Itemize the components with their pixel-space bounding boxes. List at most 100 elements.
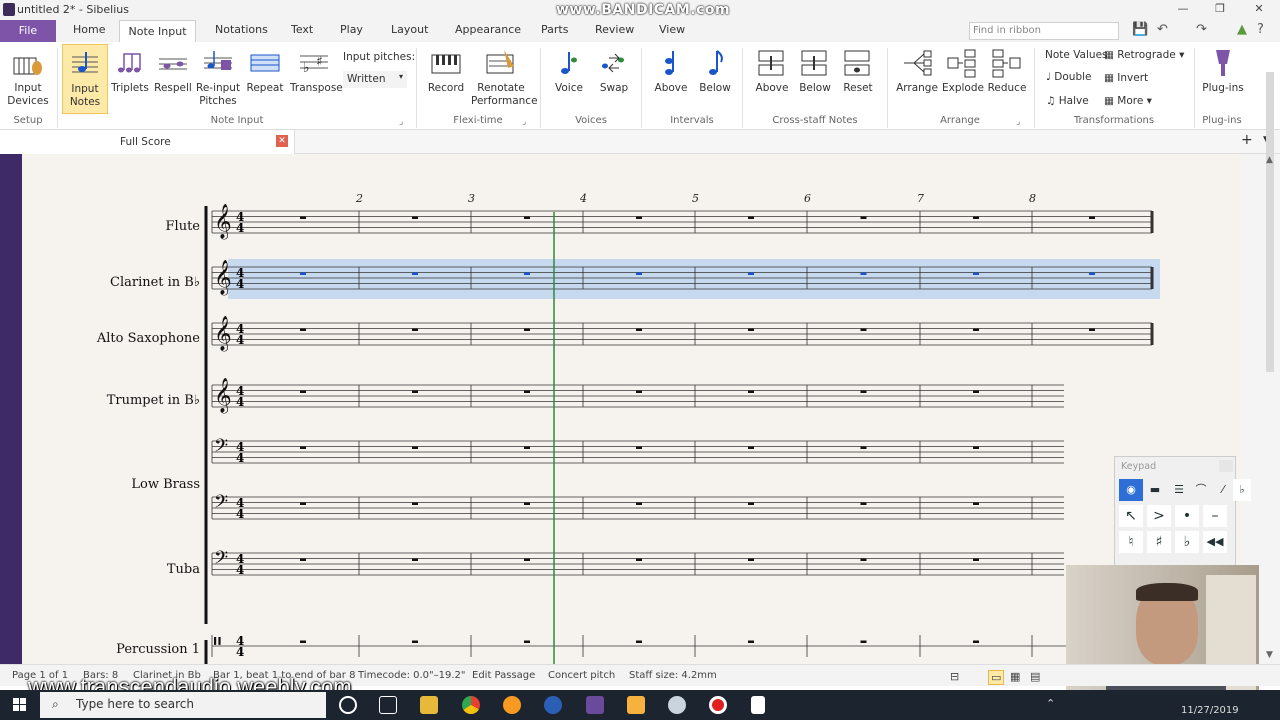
arrange-button[interactable]: Arrange	[896, 46, 938, 95]
tab-view[interactable]: View	[659, 23, 685, 36]
keypad-staccato-icon[interactable]: •	[1175, 505, 1199, 527]
view-grid-icon[interactable]: ▦	[1010, 670, 1020, 683]
flexi-dialog-launcher-icon[interactable]: ⌟	[522, 117, 526, 127]
keypad-accent-icon[interactable]: >	[1147, 505, 1171, 527]
undo-icon[interactable]: ↶	[1157, 22, 1168, 37]
taskbar-search-input[interactable]: ⌕ Type here to search	[40, 692, 326, 718]
chrome-icon[interactable]	[462, 696, 480, 714]
reinput-pitches-button[interactable]: Re-input Pitches	[196, 46, 240, 108]
bar-rest	[748, 328, 754, 331]
close-tab-icon[interactable]: ✕	[276, 135, 288, 147]
double-button[interactable]: ♩ Double	[1046, 71, 1092, 83]
tab-note-input[interactable]: Note Input	[119, 20, 196, 43]
start-button[interactable]	[0, 690, 40, 720]
keypad-rewind-icon[interactable]: ◀◀	[1203, 531, 1227, 553]
keypad-common-notes-icon[interactable]: ◉	[1119, 479, 1143, 501]
input-notes-button[interactable]: Input Notes	[62, 44, 108, 114]
arrange-dialog-launcher-icon[interactable]: ⌟	[1016, 117, 1020, 127]
tab-notations[interactable]: Notations	[215, 23, 268, 36]
bandicam-record-icon[interactable]	[709, 696, 727, 714]
input-pitches-dropdown[interactable]: Written ▾	[343, 71, 407, 88]
tab-text[interactable]: Text	[291, 23, 313, 36]
instrument-name[interactable]: Percussion 1	[0, 642, 200, 657]
tab-parts[interactable]: Parts	[541, 23, 568, 36]
interval-below-button[interactable]: Below	[697, 46, 733, 95]
keypad-close-icon[interactable]	[1219, 460, 1233, 472]
scrollbar-thumb[interactable]	[1266, 72, 1274, 372]
keypad-sharp-icon[interactable]: ♯	[1147, 531, 1171, 553]
instrument-name[interactable]: Flute	[0, 219, 200, 234]
cross-staff-above-button[interactable]: Above	[754, 46, 790, 95]
interval-above-button[interactable]: Above	[653, 46, 689, 95]
help-icon[interactable]: ?	[1257, 22, 1264, 37]
cortana-icon[interactable]	[339, 696, 357, 714]
record-button[interactable]: Record	[424, 46, 468, 95]
note-input-dialog-launcher-icon[interactable]: ⌟	[399, 117, 403, 127]
full-score-tab[interactable]: Full Score ✕	[0, 130, 295, 154]
collapse-ribbon-icon[interactable]: ▲	[1237, 22, 1247, 37]
save-icon[interactable]: 💾	[1132, 22, 1148, 37]
scroll-up-icon[interactable]: ▲	[1266, 155, 1273, 165]
tab-review[interactable]: Review	[595, 23, 634, 36]
keypad-accidentals-icon[interactable]: ♭	[1233, 479, 1251, 501]
more-transformations-button[interactable]: ▦ More ▾	[1104, 95, 1152, 107]
close-window-button[interactable]: ✕	[1244, 2, 1274, 18]
keypad-pointer-icon[interactable]: ↖	[1119, 505, 1143, 527]
instrument-name[interactable]: Low Brass	[0, 477, 200, 492]
plugins-button[interactable]: Plug-ins	[1202, 46, 1244, 95]
voice-button[interactable]: Voice	[551, 46, 587, 95]
sibelius-taskbar-icon[interactable]	[586, 696, 604, 714]
keypad-more-notes-icon[interactable]: ▬	[1143, 479, 1167, 501]
ribbon-search-input[interactable]: Find in ribbon	[969, 22, 1119, 40]
keypad-tenuto-icon[interactable]: –	[1203, 505, 1227, 527]
repeat-button[interactable]: Repeat	[245, 46, 285, 95]
respell-button[interactable]: Respell	[154, 46, 192, 95]
halve-button[interactable]: ♫ Halve	[1046, 95, 1089, 107]
instrument-name[interactable]: Tuba	[0, 562, 200, 577]
input-devices-button[interactable]: Input Devices	[6, 46, 50, 108]
cross-staff-below-button[interactable]: Below	[797, 46, 833, 95]
tray-chevron-icon[interactable]: ⌃	[1046, 697, 1055, 710]
keypad-beams-icon[interactable]: ☰	[1167, 479, 1191, 501]
file-explorer-icon[interactable]	[420, 696, 438, 714]
swap-button[interactable]: Swap	[596, 46, 632, 95]
reduce-button[interactable]: Reduce	[987, 46, 1027, 95]
status-concert-pitch[interactable]: Concert pitch	[548, 670, 615, 681]
retrograde-button[interactable]: ▦ Retrograde ▾	[1104, 49, 1184, 61]
view-page-icon[interactable]: ▭	[988, 670, 1005, 685]
keypad-jazz-icon[interactable]: ⁄	[1211, 479, 1235, 501]
renotate-performance-button[interactable]: Renotate Performance	[471, 46, 538, 108]
instrument-name[interactable]: Alto Saxophone	[0, 331, 200, 346]
keypad-natural-icon[interactable]: ♮	[1119, 531, 1143, 553]
keypad-flat-icon[interactable]: ♭	[1175, 531, 1199, 553]
tab-layout[interactable]: Layout	[391, 23, 428, 36]
keypad-window[interactable]: Keypad ◉ ▬ ☰ ⌒ ⁄ ♭ ↖ > • – ♮ ♯ ♭ ◀◀	[1114, 456, 1251, 566]
task-view-icon[interactable]	[379, 696, 397, 714]
transpose-button[interactable]: ♭ ♯ Transpose	[290, 46, 343, 95]
invert-button[interactable]: ▦ Invert	[1104, 72, 1148, 84]
tab-home[interactable]: Home	[73, 23, 105, 36]
document-icon[interactable]	[751, 696, 765, 714]
scroll-down-icon[interactable]: ▼	[1266, 650, 1273, 660]
cross-staff-reset-button[interactable]: Reset	[840, 46, 876, 95]
add-tab-icon[interactable]: +	[1241, 132, 1253, 148]
keypad-articulations-icon[interactable]: ⌒	[1189, 479, 1213, 501]
explode-button[interactable]: Explode	[942, 46, 984, 95]
app-icon-orange[interactable]	[503, 696, 521, 714]
redo-icon[interactable]: ↷	[1196, 22, 1207, 37]
minimize-button[interactable]: —	[1168, 2, 1198, 18]
lock-icon[interactable]: ⊟	[950, 670, 959, 683]
tab-appearance[interactable]: Appearance	[455, 23, 521, 36]
triplets-button[interactable]: Triplets	[110, 46, 150, 95]
ableton-live-icon[interactable]	[627, 696, 645, 714]
instrument-name[interactable]: Trumpet in B♭	[0, 393, 200, 408]
tab-play[interactable]: Play	[340, 23, 363, 36]
selection-highlight[interactable]	[228, 259, 1160, 299]
bar-rest	[412, 446, 418, 449]
audio-app-icon[interactable]	[544, 696, 562, 714]
instrument-name[interactable]: Clarinet in B♭	[0, 275, 200, 290]
restore-button[interactable]: ❐	[1205, 2, 1235, 18]
view-panorama-icon[interactable]: ▤	[1030, 670, 1040, 683]
tab-file[interactable]: File	[0, 20, 56, 42]
app-icon-gray[interactable]	[668, 696, 686, 714]
